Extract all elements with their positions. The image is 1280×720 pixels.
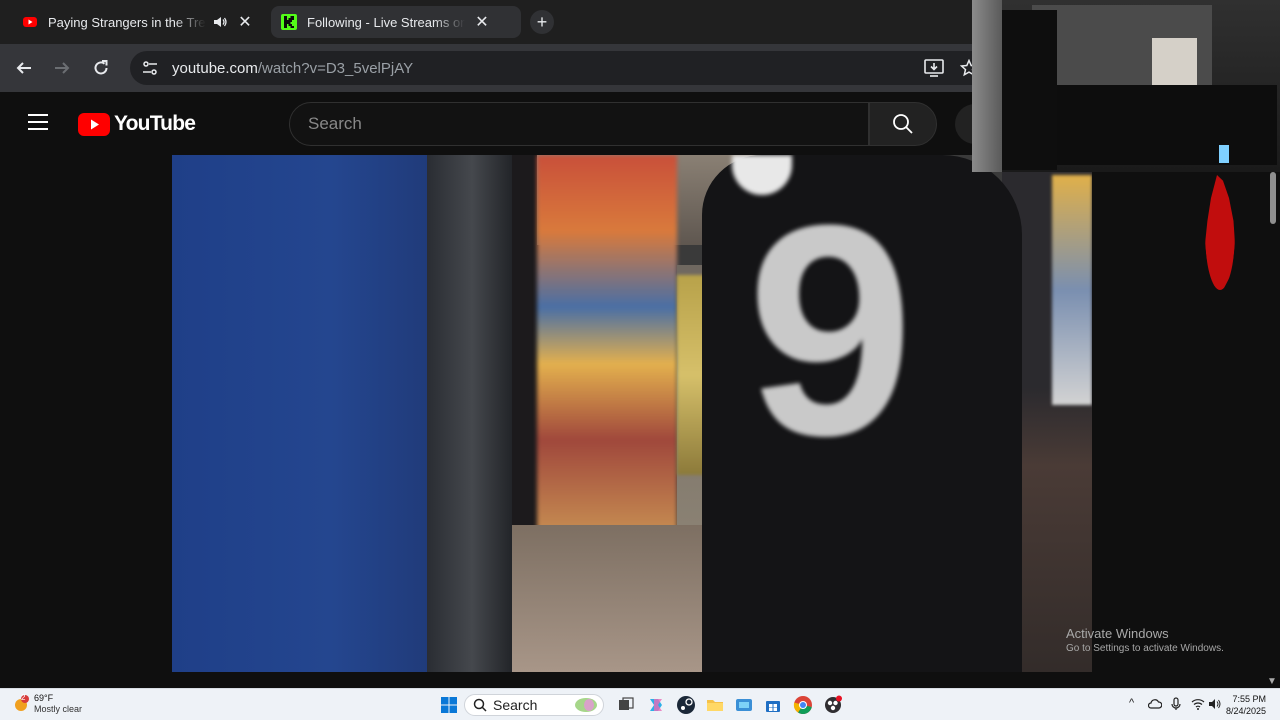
new-tab-button[interactable]: +: [530, 10, 554, 34]
site-info-icon[interactable]: [134, 52, 166, 84]
video-jersey-number: 9: [747, 162, 914, 498]
guide-menu-button[interactable]: [28, 114, 50, 132]
search-icon: [893, 114, 913, 134]
tab-close-icon[interactable]: ✕: [236, 12, 254, 32]
back-button[interactable]: [12, 56, 36, 80]
tab-title: Following - Live Streams on Kick: [307, 14, 465, 30]
scroll-down-arrow-icon[interactable]: ▼: [1267, 676, 1279, 687]
show-hidden-icons-icon[interactable]: ^: [1129, 697, 1134, 709]
scrollbar-thumb[interactable]: [1270, 172, 1276, 224]
watermark-subtext: Go to Settings to activate Windows.: [1066, 643, 1224, 654]
reload-button[interactable]: [89, 56, 113, 80]
youtube-logo-icon: [78, 112, 110, 136]
wifi-icon[interactable]: [1191, 698, 1205, 710]
tab-title: Paying Strangers in the Trenches: [48, 14, 206, 30]
audio-playing-icon[interactable]: [212, 14, 228, 30]
obs-icon[interactable]: [823, 695, 843, 715]
video-player[interactable]: 9: [172, 155, 1092, 672]
weather-temp: 69°F: [34, 693, 54, 703]
video-scene-door-frame: [427, 155, 517, 672]
install-app-icon[interactable]: [924, 59, 944, 81]
tab-kick-following[interactable]: Following - Live Streams on Kick ✕: [271, 6, 521, 38]
activate-windows-watermark: Activate Windows Go to Settings to activ…: [1066, 626, 1224, 654]
youtube-logo-text: YouTube: [114, 112, 196, 135]
youtube-search-button[interactable]: [869, 102, 937, 146]
clock-date: 8/24/2025: [1226, 706, 1267, 716]
youtube-favicon-icon: [22, 14, 38, 30]
youtube-logo[interactable]: YouTube: [78, 112, 196, 136]
weather-badge: 2: [21, 693, 26, 702]
kick-favicon-icon: [281, 14, 297, 30]
edge-icon[interactable]: [734, 695, 754, 715]
url-host: youtube.com: [172, 59, 258, 77]
forward-arrow-icon: [55, 62, 70, 74]
store-icon[interactable]: [763, 695, 783, 715]
onedrive-icon[interactable]: [1148, 698, 1162, 710]
windows-start-icon[interactable]: [439, 695, 459, 715]
steam-icon[interactable]: [676, 695, 696, 715]
windows-taskbar: 2 69°F Mostly clear Search ^ 7:55 PM 8/2…: [0, 688, 1280, 720]
video-scene-right-shelf: [1052, 175, 1092, 405]
search-highlight-icon: [575, 698, 597, 712]
tab-youtube-video[interactable]: Paying Strangers in the Trenches ✕: [12, 6, 264, 38]
system-clock[interactable]: 7:55 PM 8/24/2025: [1226, 693, 1266, 717]
taskbar-search-label: Search: [493, 697, 538, 713]
address-bar[interactable]: youtube.com/watch?v=D3_5velPjAY: [130, 51, 990, 85]
page-scrollbar[interactable]: [1266, 172, 1280, 672]
red-overlay-object: [1205, 175, 1235, 290]
search-icon: [473, 698, 487, 712]
url-path: /watch?v=D3_5velPjAY: [257, 59, 414, 77]
forward-button[interactable]: [50, 56, 74, 80]
taskbar-search-box[interactable]: Search: [464, 694, 604, 716]
copilot-icon[interactable]: [646, 695, 666, 715]
microphone-icon[interactable]: [1171, 697, 1181, 711]
weather-widget[interactable]: 2 69°F Mostly clear: [12, 693, 82, 715]
webcam-overlay: [972, 0, 1280, 172]
youtube-search-input[interactable]: Search: [289, 102, 869, 146]
video-scene-store-shelves: [537, 155, 677, 535]
file-explorer-icon[interactable]: [705, 695, 725, 715]
task-view-icon[interactable]: [616, 695, 636, 715]
weather-condition: Mostly clear: [34, 704, 83, 714]
reload-icon: [94, 60, 108, 75]
clock-time: 7:55 PM: [1232, 694, 1267, 704]
watermark-heading: Activate Windows: [1066, 626, 1169, 641]
chrome-icon[interactable]: [793, 695, 813, 715]
search-placeholder: Search: [308, 114, 362, 133]
back-arrow-icon: [16, 62, 31, 74]
video-scene-blue-wall: [172, 155, 437, 672]
tab-close-icon[interactable]: ✕: [473, 12, 491, 32]
volume-icon[interactable]: [1208, 698, 1222, 710]
